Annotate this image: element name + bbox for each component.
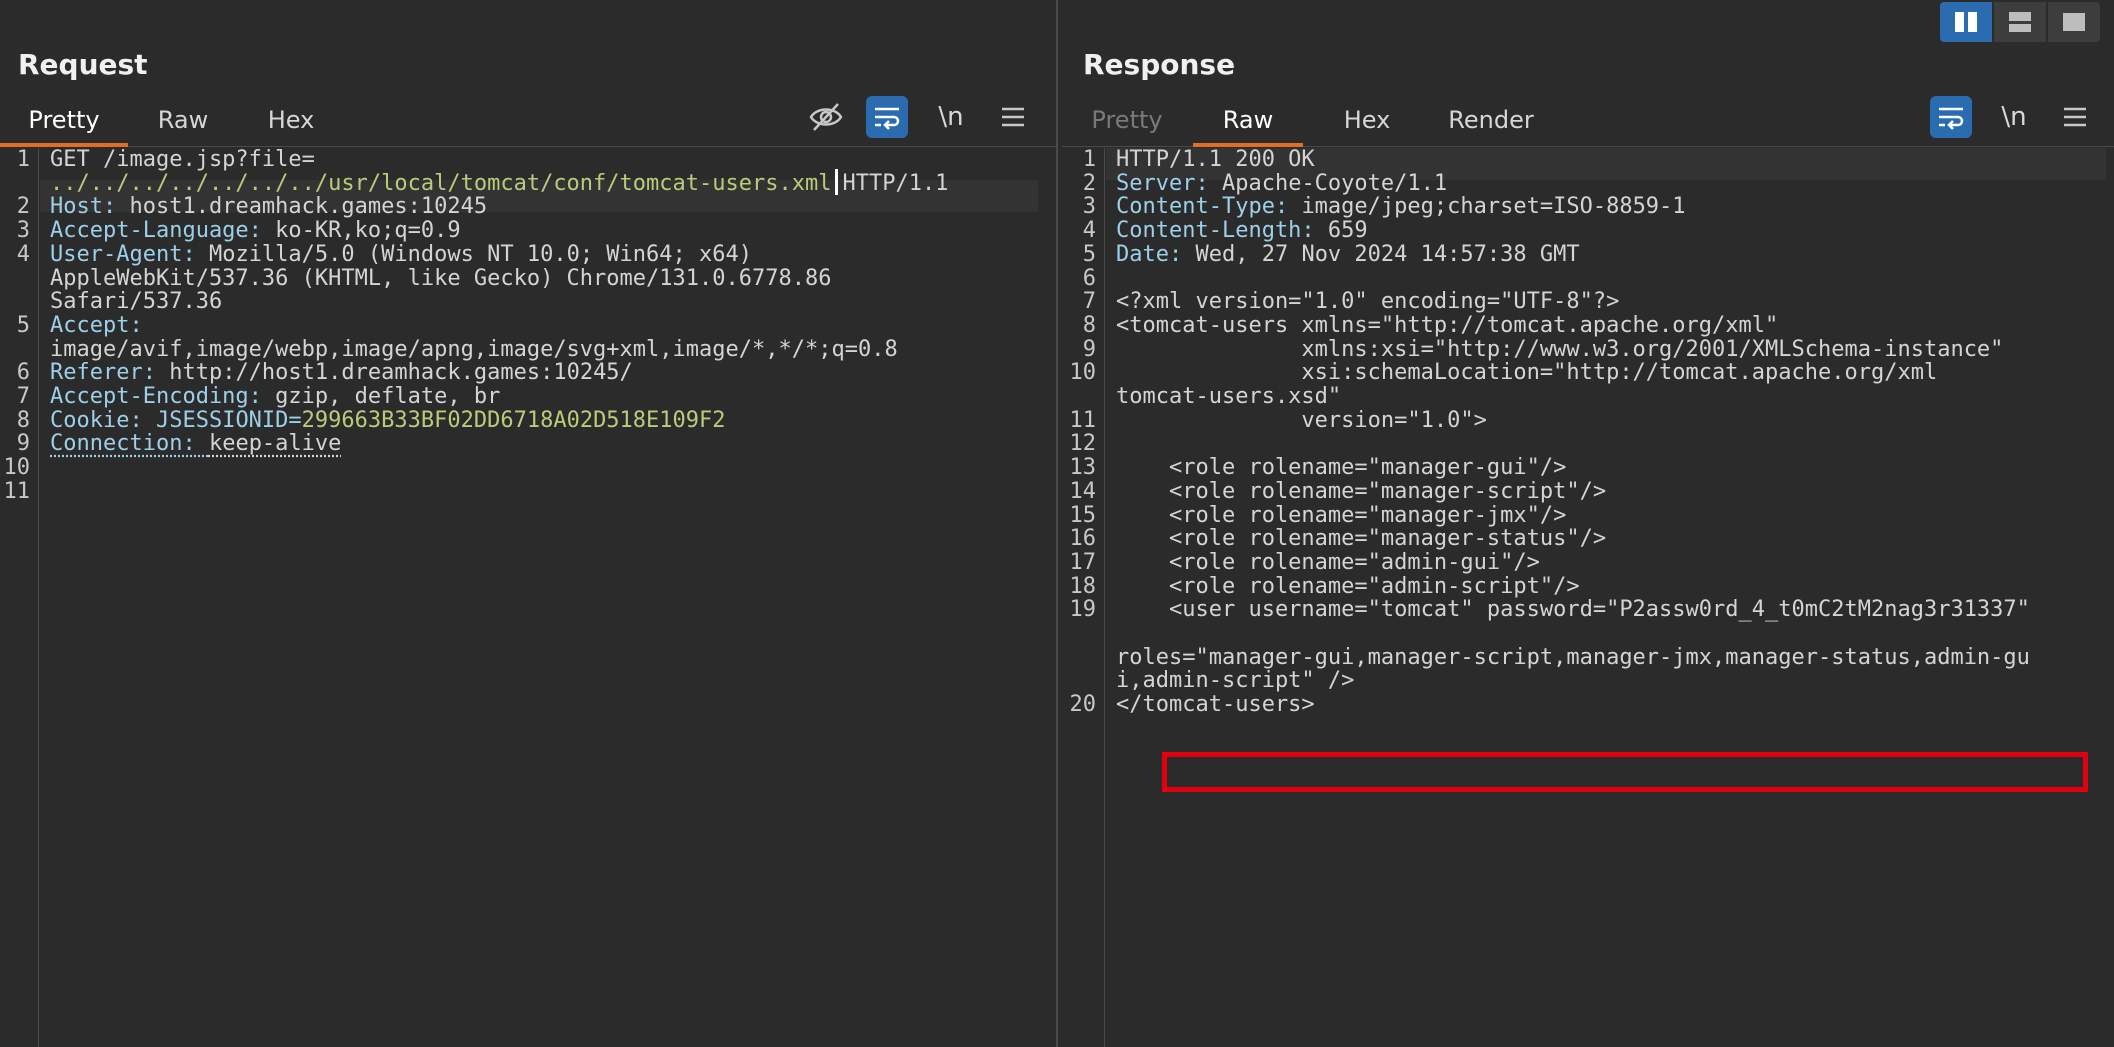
header-key: Date: xyxy=(1116,242,1196,267)
code-text: HTTP/1.1 xyxy=(842,171,949,196)
code-text: 299663B33BF02DD6718A02D518E109F2 xyxy=(301,408,726,433)
wrap-lines-icon xyxy=(875,107,900,130)
text-caret xyxy=(835,169,839,195)
request-editor[interactable]: 1 GET /image.jsp?file= ../../../../../../.… xyxy=(0,147,1056,1047)
response-tab-hex[interactable]: Hex xyxy=(1332,106,1402,146)
request-tab-pretty[interactable]: Pretty xyxy=(0,106,128,147)
code-text: <user username="tomcat" password="P2assw… xyxy=(1116,597,2030,622)
line-number: 19 xyxy=(1069,597,1097,622)
code-line: Date: Wed, 27 Nov 2024 14:57:38 GMT xyxy=(1116,239,1580,271)
code-text: keep-alive xyxy=(208,431,342,456)
line-number: 20 xyxy=(1069,692,1097,717)
response-menu-button[interactable] xyxy=(2054,96,2096,138)
line-number: 1 xyxy=(16,147,30,172)
wrap-lines-button[interactable] xyxy=(866,96,908,138)
request-title: Request xyxy=(18,48,148,81)
newline-label: \n xyxy=(2001,102,2027,132)
hide-nonprintable-button[interactable] xyxy=(805,96,847,138)
header-key: Connection: xyxy=(50,431,209,456)
response-show-newlines-button[interactable]: \n xyxy=(1993,96,2035,138)
request-tab-hex[interactable]: Hex xyxy=(256,106,326,146)
hamburger-menu-icon xyxy=(2064,107,2086,127)
eye-slash-icon xyxy=(809,103,843,131)
code-text: </tomcat-users> xyxy=(1116,692,1315,717)
wrap-lines-icon xyxy=(1939,107,1964,130)
request-menu-button[interactable] xyxy=(992,96,1034,138)
request-pane: Request Pretty Raw Hex \n 1 GET /image.j… xyxy=(0,0,1058,1047)
line-number: 5 xyxy=(16,313,30,338)
request-gutter xyxy=(0,148,39,1047)
response-editor[interactable]: 1 HTTP/1.1 200 OK 2 Server: Apache-Coyote/1… xyxy=(1062,147,2114,1047)
response-tab-pretty[interactable]: Pretty xyxy=(1091,106,1162,146)
line-number: 10 xyxy=(1069,360,1097,385)
request-tab-raw[interactable]: Raw xyxy=(148,106,218,146)
newline-label: \n xyxy=(938,102,964,132)
line-number: 4 xyxy=(16,242,30,267)
response-title: Response xyxy=(1083,48,1236,81)
code-line: <user username="tomcat" password="P2assw… xyxy=(1116,594,2030,626)
http-message-viewer: Request Pretty Raw Hex \n 1 GET /image.j… xyxy=(0,0,2114,1047)
code-line: </tomcat-users> xyxy=(1116,689,1315,721)
code-text: version="1.0"> xyxy=(1116,408,1487,433)
code-line: version="1.0"> xyxy=(1116,405,1487,437)
password-highlight-box xyxy=(1162,752,2088,792)
code-text: Wed, 27 Nov 2024 14:57:38 GMT xyxy=(1195,242,1580,267)
code-line: Connection: keep-alive xyxy=(50,428,341,460)
response-tab-raw[interactable]: Raw xyxy=(1193,106,1303,147)
response-pane: Response Pretty Raw Hex Render \n 1 HTTP… xyxy=(1062,0,2114,1047)
response-wrap-lines-button[interactable] xyxy=(1930,96,1972,138)
hamburger-menu-icon xyxy=(1002,107,1024,127)
show-newlines-button[interactable]: \n xyxy=(930,96,972,138)
line-number: 11 xyxy=(3,479,31,504)
response-tab-render[interactable]: Render xyxy=(1436,106,1546,146)
